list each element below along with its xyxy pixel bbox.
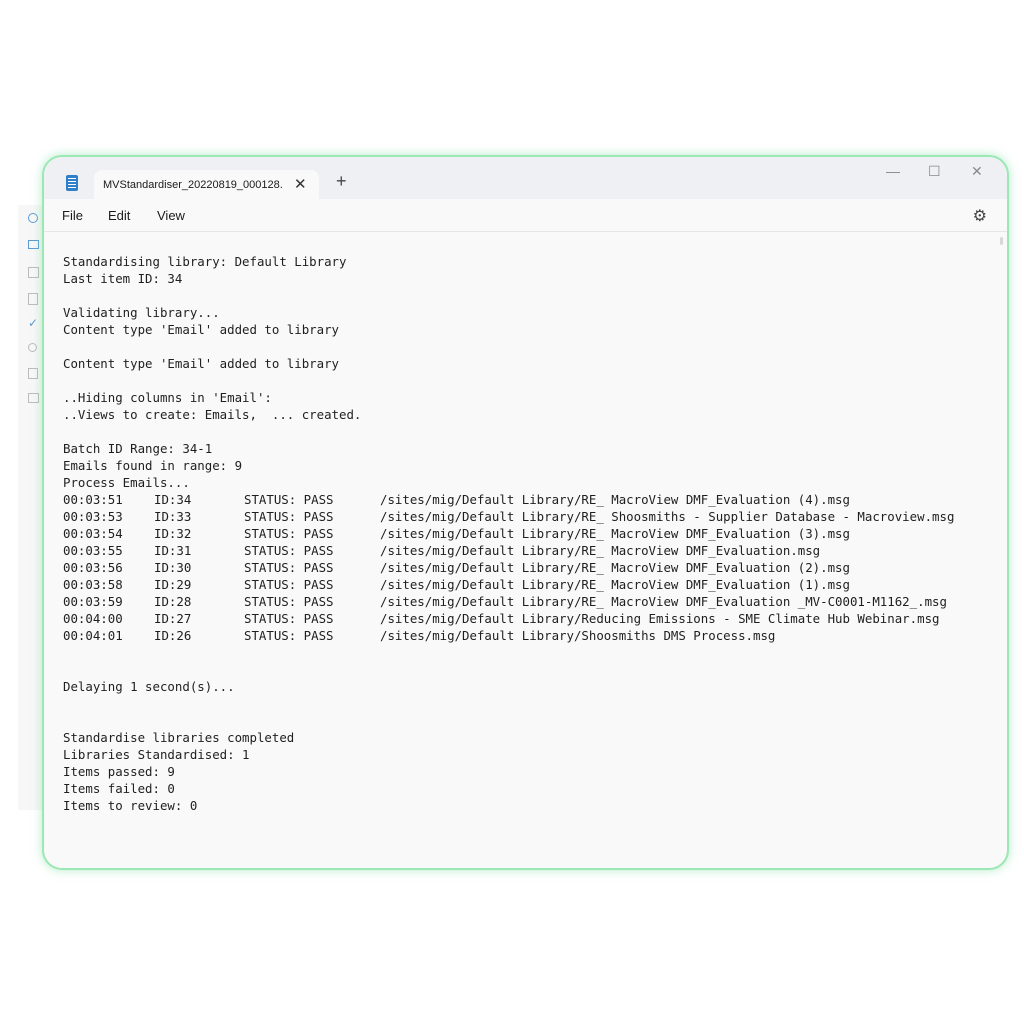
entry-path: /sites/mig/Default Library/RE_ MacroView… (380, 492, 850, 507)
entry-id: ID:26 (154, 628, 192, 643)
entry-path: /sites/mig/Default Library/RE_ MacroView… (380, 577, 850, 592)
log-entry-row: 00:03:54 ID:32 STATUS: PASS/sites/mig/Defa… (63, 525, 997, 542)
entry-id: ID:29 (154, 577, 192, 592)
log-entry-row: 00:03:59 ID:28 STATUS: PASS/sites/mig/Defa… (63, 593, 997, 610)
document-tab[interactable]: MVStandardiser_20220819_000128. ✕ (94, 170, 319, 200)
calendar-icon (28, 213, 38, 223)
entry-status: STATUS: PASS (244, 509, 334, 524)
log-line: ..Views to create: Emails, ... created. (63, 407, 362, 422)
log-line: Standardising library: Default Library (63, 254, 347, 269)
entry-id: ID:30 (154, 560, 192, 575)
close-tab-icon[interactable]: ✕ (294, 175, 307, 193)
note-icon (28, 368, 38, 379)
people-icon (28, 343, 37, 352)
entry-time: 00:03:51 (63, 492, 123, 507)
entry-path: /sites/mig/Default Library/RE_ MacroView… (380, 594, 947, 609)
log-line: Content type 'Email' added to library (63, 322, 340, 337)
clipboard-icon (28, 293, 38, 305)
contacts-icon (28, 267, 39, 278)
maximize-button[interactable]: ☐ (928, 163, 941, 180)
menu-file[interactable]: File (62, 208, 83, 223)
log-entry-row: 00:03:55 ID:31 STATUS: PASS/sites/mig/Defa… (63, 542, 997, 559)
entry-time: 00:03:56 (63, 560, 123, 575)
log-line: Batch ID Range: 34-1 (63, 441, 213, 456)
delay-line: Delaying 1 second(s)... (63, 679, 235, 694)
notepad-icon (66, 175, 78, 191)
notepad-window: MVStandardiser_20220819_000128. ✕ + — ☐ … (42, 155, 1009, 870)
scrollbar[interactable] (1000, 237, 1003, 245)
minimize-button[interactable]: — (886, 163, 900, 179)
entry-time: 00:03:59 (63, 594, 123, 609)
entry-path: /sites/mig/Default Library/Shoosmiths DM… (380, 628, 776, 643)
entry-time: 00:03:58 (63, 577, 123, 592)
entry-path: /sites/mig/Default Library/RE_ Shoosmith… (380, 509, 955, 524)
log-line: Process Emails... (63, 475, 190, 490)
background-app-sidebar: ✓ (28, 205, 42, 405)
title-bar: MVStandardiser_20220819_000128. ✕ + — ☐ … (44, 157, 1007, 200)
log-entry-row: 00:03:58 ID:29 STATUS: PASS/sites/mig/Defa… (63, 576, 997, 593)
settings-gear-icon[interactable]: ⚙ (973, 206, 987, 226)
log-line: Content type 'Email' added to library (63, 356, 340, 371)
log-line: Last item ID: 34 (63, 271, 183, 286)
log-entry-row: 00:03:51 ID:34 STATUS: PASS/sites/mig/Defa… (63, 491, 997, 508)
entry-id: ID:28 (154, 594, 192, 609)
log-entry-row: 00:04:01 ID:26 STATUS: PASS/sites/mig/Defa… (63, 627, 997, 644)
new-tab-button[interactable]: + (336, 171, 347, 192)
menu-edit[interactable]: Edit (108, 208, 130, 223)
entry-status: STATUS: PASS (244, 611, 334, 626)
entry-id: ID:31 (154, 543, 192, 558)
entry-path: /sites/mig/Default Library/RE_ MacroView… (380, 526, 850, 541)
log-entry-row: 00:03:53 ID:33 STATUS: PASS/sites/mig/Defa… (63, 508, 997, 525)
entry-time: 00:03:53 (63, 509, 123, 524)
entry-status: STATUS: PASS (244, 560, 334, 575)
log-entries: 00:03:51 ID:34 STATUS: PASS/sites/mig/Defa… (63, 491, 997, 644)
entry-status: STATUS: PASS (244, 526, 334, 541)
entry-id: ID:33 (154, 509, 192, 524)
apps-icon (28, 393, 39, 403)
mail-icon (28, 240, 39, 249)
entry-id: ID:32 (154, 526, 192, 541)
entry-id: ID:34 (154, 492, 192, 507)
log-entry-row: 00:03:56 ID:30 STATUS: PASS/sites/mig/Defa… (63, 559, 997, 576)
log-summary: Standardise libraries completed Libraries… (63, 729, 997, 814)
entry-status: STATUS: PASS (244, 543, 334, 558)
entry-time: 00:03:54 (63, 526, 123, 541)
summary-line: Items passed: 9 (63, 764, 175, 779)
entry-time: 00:04:00 (63, 611, 123, 626)
entry-path: /sites/mig/Default Library/RE_ MacroView… (380, 560, 850, 575)
close-window-button[interactable]: ✕ (971, 163, 983, 180)
log-line: ..Hiding columns in 'Email': (63, 390, 272, 405)
entry-status: STATUS: PASS (244, 492, 334, 507)
summary-line: Items to review: 0 (63, 798, 198, 813)
log-line: Emails found in range: 9 (63, 458, 243, 473)
summary-line: Libraries Standardised: 1 (63, 747, 250, 762)
entry-path: /sites/mig/Default Library/RE_ MacroView… (380, 543, 821, 558)
entry-path: /sites/mig/Default Library/Reducing Emis… (380, 611, 940, 626)
summary-line: Items failed: 0 (63, 781, 175, 796)
checkmark-icon: ✓ (28, 316, 39, 330)
entry-time: 00:03:55 (63, 543, 123, 558)
log-line: Validating library... (63, 305, 220, 320)
entry-time: 00:04:01 (63, 628, 123, 643)
log-entry-row: 00:04:00 ID:27 STATUS: PASS/sites/mig/Defa… (63, 610, 997, 627)
text-editor[interactable]: Standardising library: Default Library La… (63, 253, 997, 858)
menu-bar: File Edit View ⚙ (44, 199, 1007, 232)
entry-status: STATUS: PASS (244, 628, 334, 643)
entry-status: STATUS: PASS (244, 577, 334, 592)
entry-status: STATUS: PASS (244, 594, 334, 609)
menu-view[interactable]: View (157, 208, 185, 223)
log-intro: Standardising library: Default Library La… (63, 253, 997, 491)
entry-id: ID:27 (154, 611, 192, 626)
summary-line: Standardise libraries completed (63, 730, 295, 745)
tab-title: MVStandardiser_20220819_000128. (103, 179, 283, 191)
